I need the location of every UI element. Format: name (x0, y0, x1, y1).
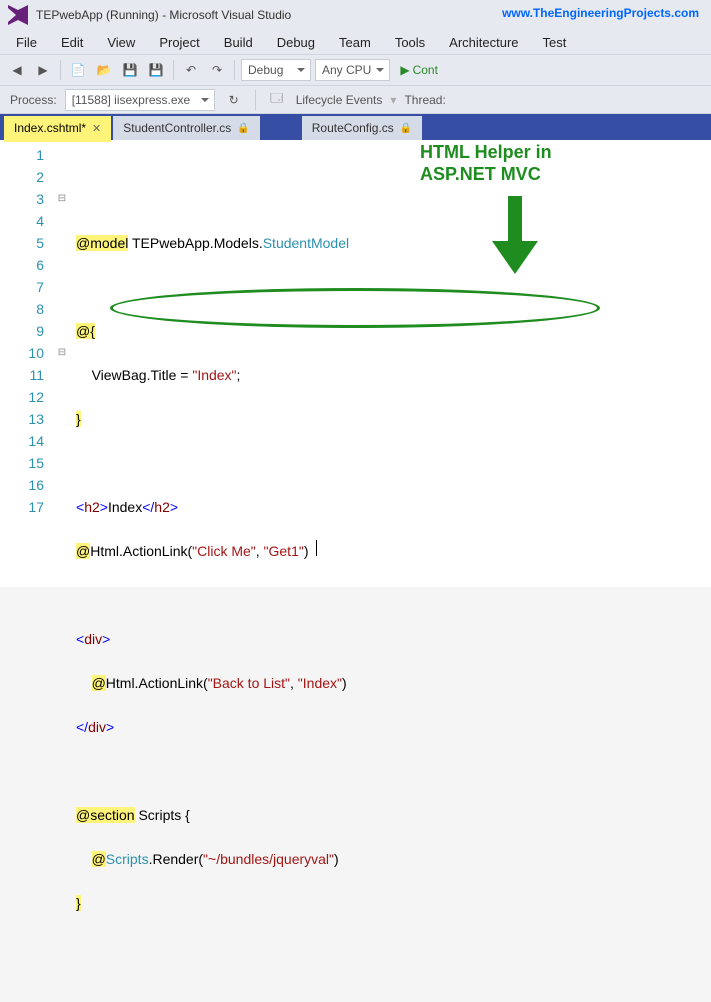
tab-label: Index.cshtml* (14, 121, 86, 135)
line-num: 12 (0, 386, 44, 408)
continue-label: Cont (413, 63, 438, 77)
watermark-link[interactable]: www.TheEngineeringProjects.com (502, 6, 699, 20)
line-gutter: 1 2 3 4 5 6 7 8 9 10 11 12 13 14 15 16 1… (0, 140, 54, 587)
solution-config-combo[interactable]: Debug (241, 59, 311, 81)
save-all-icon[interactable]: 💾 (145, 59, 167, 81)
menu-team[interactable]: Team (329, 33, 381, 52)
process-combo[interactable]: [11588] iisexpress.exe (65, 89, 215, 111)
pin-icon[interactable]: 🔒 (237, 123, 249, 134)
arrow-icon (490, 196, 540, 276)
continue-button[interactable]: ▶ Cont (394, 63, 444, 77)
lifecycle-label: Lifecycle Events (296, 93, 383, 107)
tab-routeconfig[interactable]: RouteConfig.cs 🔒 (302, 116, 423, 140)
separator (234, 60, 235, 80)
debug-toolbar: Process: [11588] iisexpress.exe ↻ 🗔 Life… (0, 86, 711, 114)
line-num: 14 (0, 430, 44, 452)
menu-view[interactable]: View (97, 33, 145, 52)
line-num: 3 (0, 188, 44, 210)
lifecycle-icon[interactable]: 🗔 (266, 89, 288, 111)
line-num: 11 (0, 364, 44, 386)
line-num: 2 (0, 166, 44, 188)
menu-edit[interactable]: Edit (51, 33, 93, 52)
solution-platform-combo[interactable]: Any CPU (315, 59, 390, 81)
line-num: 13 (0, 408, 44, 430)
line-num: 17 (0, 496, 44, 518)
menu-test[interactable]: Test (533, 33, 577, 52)
tab-index-cshtml[interactable]: Index.cshtml* ✕ (4, 116, 111, 140)
save-icon[interactable]: 💾 (119, 59, 141, 81)
tab-label: RouteConfig.cs (312, 121, 394, 135)
process-label: Process: (10, 93, 57, 107)
window-title: TEPwebApp (Running) - Microsoft Visual S… (36, 8, 291, 22)
nav-back-icon[interactable]: ◀ (6, 59, 28, 81)
cycle-icon[interactable]: ↻ (223, 89, 245, 111)
menu-file[interactable]: File (6, 33, 47, 52)
code-area[interactable]: HTML Helper inASP.NET MVC @model TEPwebA… (70, 140, 711, 587)
tab-studentcontroller[interactable]: StudentController.cs 🔒 (113, 116, 260, 140)
fold-gutter: ⊟ ⊟ (54, 140, 70, 587)
fold-icon[interactable]: ⊟ (54, 342, 70, 364)
line-num: 9 (0, 320, 44, 342)
menubar: File Edit View Project Build Debug Team … (0, 30, 711, 54)
pin-icon[interactable]: 🔒 (400, 123, 412, 134)
line-num: 4 (0, 210, 44, 232)
menu-tools[interactable]: Tools (385, 33, 435, 52)
toolbar: ◀ ▶ 📄 📂 💾 💾 ↶ ↷ Debug Any CPU ▶ Cont (0, 54, 711, 86)
menu-build[interactable]: Build (214, 33, 263, 52)
separator (255, 90, 256, 110)
editor: 1 2 3 4 5 6 7 8 9 10 11 12 13 14 15 16 1… (0, 140, 711, 587)
nav-fwd-icon[interactable]: ▶ (32, 59, 54, 81)
separator (173, 60, 174, 80)
tab-label: StudentController.cs (123, 121, 231, 135)
line-num: 15 (0, 452, 44, 474)
open-icon[interactable]: 📂 (93, 59, 115, 81)
undo-icon[interactable]: ↶ (180, 59, 202, 81)
menu-architecture[interactable]: Architecture (439, 33, 528, 52)
thread-label: Thread: (404, 93, 445, 107)
line-num: 1 (0, 144, 44, 166)
menu-debug[interactable]: Debug (267, 33, 325, 52)
vs-logo-icon (8, 5, 28, 25)
annotation-label: HTML Helper inASP.NET MVC (420, 142, 552, 185)
line-num: 5 (0, 232, 44, 254)
line-num: 16 (0, 474, 44, 496)
tabstrip: Index.cshtml* ✕ StudentController.cs 🔒 R… (0, 114, 711, 140)
close-icon[interactable]: ✕ (92, 122, 101, 135)
fold-icon[interactable]: ⊟ (54, 188, 70, 210)
menu-project[interactable]: Project (149, 33, 209, 52)
line-num: 10 (0, 342, 44, 364)
separator (60, 60, 61, 80)
redo-icon[interactable]: ↷ (206, 59, 228, 81)
line-num: 8 (0, 298, 44, 320)
new-item-icon[interactable]: 📄 (67, 59, 89, 81)
line-num: 6 (0, 254, 44, 276)
line-num: 7 (0, 276, 44, 298)
